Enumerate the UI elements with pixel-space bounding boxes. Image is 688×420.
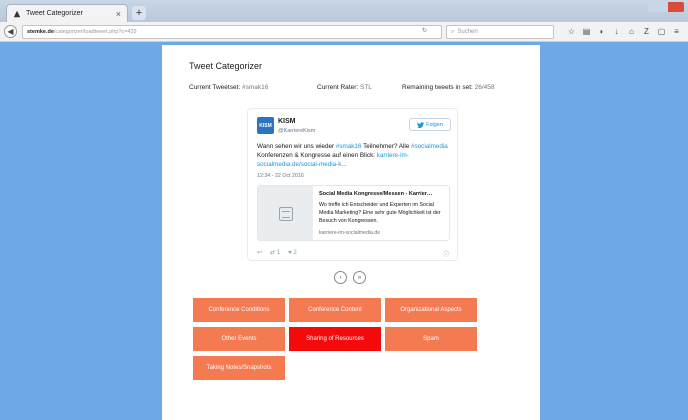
tweet-text: Wann sehen wir uns wieder #smak16 Teilne… xyxy=(257,142,453,170)
tweet-text-part: Wann sehen wir uns wieder xyxy=(257,143,336,150)
heart-icon: ♥ xyxy=(288,249,292,256)
rater-info: Current Rater: STL xyxy=(317,84,372,91)
category-organizational-aspects[interactable]: Organizational Aspects xyxy=(385,298,477,322)
preview-domain: karriere-im-socialmedia.de xyxy=(319,230,381,236)
tab-close-icon[interactable]: × xyxy=(116,9,121,19)
category-spam[interactable]: Spam xyxy=(385,327,477,351)
browser-tab[interactable]: Tweet Categorizer × xyxy=(6,4,128,22)
search-icon: ⌕ xyxy=(451,28,455,35)
follow-label: Folgen xyxy=(426,121,443,128)
tweet-author-handle[interactable]: @KarriereKism xyxy=(278,128,315,134)
tweet-author-name[interactable]: KISM xyxy=(278,118,296,125)
reload-icon[interactable]: ↻ xyxy=(422,27,427,34)
back-arrow-icon[interactable]: ◀ xyxy=(4,25,17,38)
browser-nav-bar: ◀ stemke.de /categorizer/loadtweet.php?c… xyxy=(0,22,688,42)
category-taking-notes-snapshots[interactable]: Taking Notes/Snapshots xyxy=(193,356,285,380)
tweetset-value: #smak16 xyxy=(242,84,269,91)
rater-label: Current Rater: xyxy=(317,84,359,91)
like-count: 2 xyxy=(293,249,297,256)
zotero-icon[interactable]: Z xyxy=(641,25,652,38)
follow-button[interactable]: Folgen xyxy=(409,118,451,131)
chevron-left-icon: ‹ xyxy=(339,274,342,281)
new-tab-button[interactable]: + xyxy=(132,6,146,20)
preview-description: Wo treffe ich Entscheider und Experten i… xyxy=(319,202,441,224)
screenshot-icon[interactable]: ▢ xyxy=(656,25,667,38)
tweet-text-part: Teilnehmer? Alle xyxy=(361,143,412,150)
home-icon[interactable]: ⌂ xyxy=(626,25,637,38)
url-path: /categorizer/loadtweet.php?c=433 xyxy=(53,29,137,35)
category-other-events[interactable]: Other Events xyxy=(193,327,285,351)
document-icon xyxy=(278,207,293,221)
url-host: stemke.de xyxy=(27,29,54,35)
retweet-action[interactable]: ⇄ 1 xyxy=(270,249,280,256)
previous-tweet-button[interactable]: ‹ xyxy=(334,271,347,284)
retweet-icon: ⇄ xyxy=(270,250,276,256)
address-bar[interactable]: stemke.de /categorizer/loadtweet.php?c=4… xyxy=(22,25,442,39)
tab-title: Tweet Categorizer xyxy=(26,10,83,17)
search-placeholder: Suchen xyxy=(457,29,478,35)
remaining-value: 26/458 xyxy=(474,84,495,91)
browser-tab-bar: Tweet Categorizer × + xyxy=(0,0,688,22)
remaining-info: Remaining tweets in set: 26/458 xyxy=(402,84,495,91)
reading-list-icon[interactable]: ▤ xyxy=(581,25,592,38)
next-tweet-button[interactable]: » xyxy=(353,271,366,284)
bookmark-star-icon[interactable]: ☆ xyxy=(566,25,577,38)
twitter-bird-icon xyxy=(417,121,425,128)
page-title: Tweet Categorizer xyxy=(189,61,263,71)
browser-toolbar: ☆ ▤ ◗ ↓ ⌂ Z ▢ ≡ xyxy=(566,25,682,38)
category-conference-content[interactable]: Conference Content xyxy=(289,298,381,322)
like-action[interactable]: ♥ 2 xyxy=(288,250,297,256)
search-input[interactable]: ⌕ Suchen xyxy=(446,25,554,39)
rater-value: STL xyxy=(360,84,372,91)
category-conference-conditions[interactable]: Conference Conditions xyxy=(193,298,285,322)
tweet-text-part: Konferenzen & Kongresse auf einen Blick: xyxy=(257,152,377,160)
tab-favicon-icon xyxy=(13,10,21,17)
tweetset-label: Current Tweetset: xyxy=(189,84,241,91)
category-sharing-of-resources[interactable]: Sharing of Resources xyxy=(289,327,381,351)
link-preview-card[interactable]: Social Media Kongresse/Messen - Karrier…… xyxy=(257,185,450,241)
preview-thumbnail xyxy=(258,186,313,240)
embedded-tweet: KISM KISM @KarriereKism Folgen Wann sehe… xyxy=(247,108,458,261)
categorizer-card: Tweet Categorizer Current Tweetset: #sma… xyxy=(162,45,540,420)
tweet-timestamp[interactable]: 12:34 - 22 Oct 2016 xyxy=(257,173,304,179)
avatar[interactable]: KISM xyxy=(257,117,274,134)
hashtag-link[interactable]: #smak16 xyxy=(336,143,362,150)
info-icon[interactable]: ⓘ xyxy=(443,249,449,258)
hashtag-link[interactable]: #socialmedia xyxy=(411,143,448,150)
download-icon[interactable]: ↓ xyxy=(611,25,622,38)
retweet-count: 1 xyxy=(276,250,281,256)
tweetset-info: Current Tweetset: #smak16 xyxy=(189,84,268,91)
remaining-label: Remaining tweets in set: xyxy=(402,84,473,91)
preview-title: Social Media Kongresse/Messen - Karrier… xyxy=(319,191,433,197)
tweet-actions: ↩ ⇄ 1 ♥ 2 xyxy=(257,249,297,257)
menu-icon[interactable]: ≡ xyxy=(671,25,682,38)
window-controls[interactable] xyxy=(648,2,684,12)
pocket-icon[interactable]: ◗ xyxy=(596,25,607,38)
reply-icon[interactable]: ↩ xyxy=(257,249,262,256)
double-chevron-right-icon: » xyxy=(357,274,362,281)
